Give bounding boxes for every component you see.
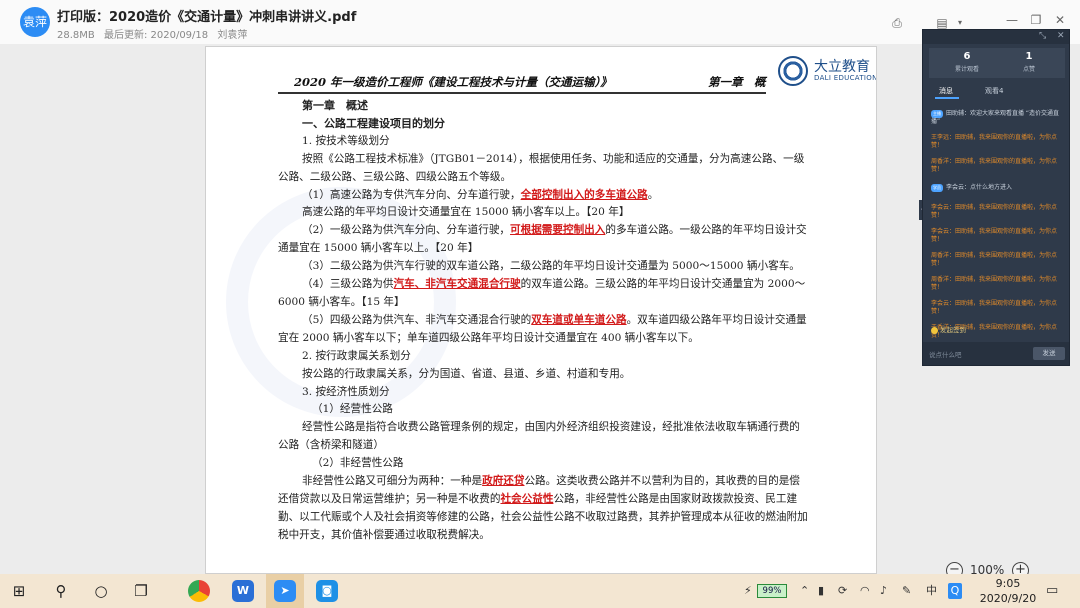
document-viewer[interactable]: 2020 年一级造价工程师《建设工程技术与计量（交通运输）》 第一章 概 大立教… bbox=[0, 44, 1080, 605]
restore-icon[interactable]: ❐ bbox=[1028, 13, 1044, 27]
print-icon[interactable]: ⎙ bbox=[889, 16, 905, 30]
author-name: 刘袁萍 bbox=[217, 30, 248, 41]
host-badge: 主播 bbox=[931, 110, 943, 118]
chat-message-list[interactable]: 主播 田助辅：欢迎大家来观看直播 “造价交通直播” 王李远：田助辅，我来围观你的直… bbox=[923, 106, 1069, 339]
highlight-text: 双车道或单车道公路 bbox=[531, 313, 627, 326]
clock-date[interactable]: 2020/9/20 bbox=[976, 592, 1040, 605]
chat-message: 李会云：田助辅，我来围观你的直播啦，为你点赞！ bbox=[931, 204, 1058, 219]
notification-icon[interactable]: ▭ bbox=[1046, 583, 1058, 599]
header-rule bbox=[278, 92, 766, 94]
chat-input-bar[interactable]: 说点什么吧 发送 bbox=[923, 342, 1069, 365]
chat-message: 王李远：田助辅，我来围观你的直播啦，为你点赞！ bbox=[931, 134, 1058, 149]
chat-message: 周香洋：田助辅，我来围观你的直播啦，为你点赞！ bbox=[931, 276, 1058, 291]
volume-icon[interactable]: ♪ bbox=[880, 583, 887, 599]
chevron-up-icon[interactable]: ⌃ bbox=[800, 583, 809, 599]
running-head-title: 2020 年一级造价工程师《建设工程技术与计量（交通运输）》 bbox=[294, 75, 612, 89]
send-button[interactable]: 发送 bbox=[1033, 347, 1065, 360]
paragraph: （3）二级公路为供汽车行驶的双车道公路，二级公路的年平均日设计交通量为 5000… bbox=[302, 260, 800, 273]
wifi-icon[interactable]: ◠ bbox=[860, 583, 870, 599]
logo-subtext: DALI EDUCATION bbox=[814, 74, 877, 82]
logo-text: 大立教育 bbox=[814, 59, 870, 75]
view-count: 6 累计观看 bbox=[954, 51, 979, 73]
last-updated: 最后更新: 2020/09/18 bbox=[103, 30, 209, 41]
chat-message: 主播 田助辅：欢迎大家来观看直播 “造价交通直播” bbox=[931, 110, 1060, 125]
paragraph: 经营性公路是指符合收费公路管理条例的规定，由国内外经济组织投资建设，经批准依法收… bbox=[278, 421, 800, 452]
tab-messages[interactable]: 消息 bbox=[939, 86, 953, 96]
running-head: 2020 年一级造价工程师《建设工程技术与计量（交通运输）》 第一章 概 bbox=[294, 74, 766, 90]
like-count: 1 点赞 bbox=[1022, 51, 1035, 73]
paragraph: 按公路的行政隶属关系，分为国道、省道、县道、乡道、村道和专用。 bbox=[302, 367, 631, 380]
pdf-page[interactable]: 2020 年一级造价工程师《建设工程技术与计量（交通运输）》 第一章 概 大立教… bbox=[205, 46, 877, 574]
task-view-icon[interactable]: ❐ bbox=[122, 574, 160, 608]
document-title: 打印版：2020造价《交通计量》冲刺串讲讲义.pdf bbox=[57, 10, 357, 25]
camera-app-icon[interactable]: ◙ bbox=[316, 580, 338, 602]
search-icon[interactable]: ⚲ bbox=[42, 574, 80, 608]
chrome-icon[interactable] bbox=[188, 580, 210, 602]
highlight-text: 可根据需要控制出入 bbox=[510, 224, 606, 237]
chevron-down-icon[interactable]: ▾ bbox=[952, 16, 968, 30]
chat-message: 李会云：田助辅，我来围观你的直播啦，为你点赞！ bbox=[931, 228, 1058, 243]
close-icon[interactable]: ✕ bbox=[1057, 31, 1065, 41]
subsection-heading: 1. 按技术等级划分 bbox=[302, 134, 390, 147]
dingtalk-icon[interactable]: ➤ bbox=[274, 580, 296, 602]
chapter-heading: 第一章 概述 bbox=[302, 99, 368, 112]
chat-tabs: 消息 观看4 bbox=[923, 86, 1069, 100]
paragraph: 高速公路的年平均日设计交通量宜在 15000 辆小客车以上。【20 年】 bbox=[302, 206, 630, 219]
qq-icon[interactable]: Q bbox=[948, 583, 962, 599]
paragraph: 按照《公路工程技术标准》（JTGB01－2014），根据使用任务、功能和适应的交… bbox=[278, 152, 805, 183]
paragraph: （5）四级公路为供汽车、非汽车交通混合行驶的双车道或单车道公路。双车道四级公路年… bbox=[278, 313, 807, 344]
file-menu-icon[interactable]: ▤ bbox=[934, 16, 950, 30]
chat-stats: 6 累计观看 1 点赞 bbox=[929, 48, 1065, 78]
subsection-heading: 2. 按行政隶属关系划分 bbox=[302, 349, 411, 362]
shrink-icon[interactable]: ⤡ bbox=[1039, 31, 1046, 41]
taskbar: ⊞ ⚲ ○ ❐ W ➤ ◙ ⚡ 99% ⌃ ▮ ⟳ ◠ ♪ ✎ 中 Q 9:05… bbox=[0, 574, 1080, 608]
active-tab-indicator bbox=[935, 97, 959, 99]
avatar: 袁萍 bbox=[20, 7, 50, 37]
user-badge: 学员 bbox=[931, 184, 943, 192]
highlight-text: 全部控制出入的多车道公路 bbox=[520, 188, 648, 201]
document-header: 袁萍 打印版：2020造价《交通计量》冲刺串讲讲义.pdf 28.8MB 最后更… bbox=[0, 0, 1080, 44]
tray-app-icon[interactable]: ▮ bbox=[818, 583, 824, 599]
close-icon[interactable]: ✕ bbox=[1052, 13, 1068, 27]
file-size: 28.8MB bbox=[57, 30, 95, 41]
ime-language[interactable]: 中 bbox=[926, 583, 937, 599]
checkin-icon bbox=[931, 326, 938, 334]
minimize-icon[interactable]: — bbox=[1004, 13, 1020, 27]
highlight-text: 社会公益性 bbox=[500, 492, 554, 505]
windows-start-icon[interactable]: ⊞ bbox=[0, 574, 38, 608]
chat-input[interactable]: 说点什么吧 bbox=[929, 349, 962, 359]
paragraph: （1）高速公路为专供汽车分向、分车道行驶，全部控制出入的多车道公路。 bbox=[302, 188, 659, 201]
paragraph: （2）一级公路为供汽车分向、分车道行驶，可根据需要控制出入的多车道公路。一级公路… bbox=[278, 224, 807, 255]
page-body: 第一章 概述 一、公路工程建设项目的划分 1. 按技术等级划分 按照《公路工程技… bbox=[278, 97, 808, 545]
plug-icon: ⚡ bbox=[744, 584, 752, 597]
dali-logo-icon bbox=[778, 56, 808, 86]
chat-message: 周香洋：田助辅，我来围观你的直播啦，为你点赞！ bbox=[931, 158, 1058, 173]
live-chat-panel[interactable]: ⤡ ✕ 6 累计观看 1 点赞 消息 观看4 主播 田助辅：欢迎大家来观看直播 “… bbox=[922, 29, 1070, 366]
battery-indicator[interactable]: 99% bbox=[757, 584, 787, 598]
running-head-chapter: 第一章 概 bbox=[708, 75, 766, 89]
highlight-text: 汽车、非汽车交通混合行驶 bbox=[393, 278, 521, 291]
subsection-heading: （2）非经营性公路 bbox=[312, 457, 404, 470]
subsection-heading: 3. 按经济性质划分 bbox=[302, 385, 390, 398]
pen-icon[interactable]: ✎ bbox=[902, 583, 911, 599]
document-meta: 28.8MB 最后更新: 2020/09/18 刘袁萍 bbox=[57, 26, 253, 41]
clock-time[interactable]: 9:05 bbox=[988, 577, 1028, 590]
section-heading: 一、公路工程建设项目的划分 bbox=[302, 116, 445, 130]
chat-message: 周香洋：田助辅，我来围观你的直播啦，为你点赞！ bbox=[931, 252, 1058, 267]
wps-icon[interactable]: W bbox=[232, 580, 254, 602]
chat-message: 学员 李会云：点什么地方进入 bbox=[931, 184, 1013, 192]
subsection-heading: （1）经营性公路 bbox=[312, 403, 393, 416]
paragraph: 非经营性公路又可细分为两种：一种是政府还贷公路。这类收费公路并不以营利为目的，其… bbox=[278, 475, 808, 541]
tab-viewers[interactable]: 观看4 bbox=[985, 86, 1003, 96]
checkin-button[interactable]: 发起签到 bbox=[931, 324, 966, 334]
sync-icon[interactable]: ⟳ bbox=[838, 583, 847, 599]
cortana-icon[interactable]: ○ bbox=[82, 574, 120, 608]
chat-message: 李会云：田助辅，我来围观你的直播啦，为你点赞！ bbox=[931, 300, 1058, 315]
highlight-text: 政府还贷 bbox=[482, 475, 525, 488]
chat-titlebar: ⤡ ✕ bbox=[923, 30, 1069, 44]
paragraph: （4）三级公路为供汽车、非汽车交通混合行驶的双车道公路。三级公路的年平均日设计交… bbox=[278, 278, 806, 308]
